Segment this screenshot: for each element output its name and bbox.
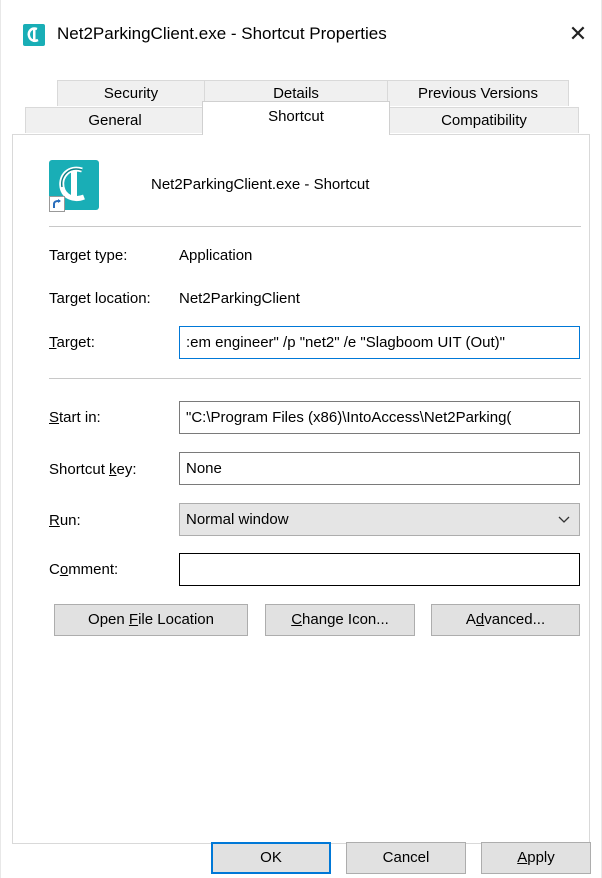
run-label: Run: bbox=[49, 512, 81, 529]
comment-label: Comment: bbox=[49, 561, 119, 578]
comment-input[interactable] bbox=[179, 553, 580, 586]
change-icon-button[interactable]: Change Icon... bbox=[265, 604, 415, 636]
target-input[interactable]: :em engineer" /p "net2" /e "Slagboom UIT… bbox=[179, 326, 580, 359]
target-location-value: Net2ParkingClient bbox=[179, 290, 300, 307]
shortcut-tab-panel bbox=[12, 134, 590, 844]
cancel-button[interactable]: Cancel bbox=[346, 842, 466, 874]
tab-compatibility[interactable]: Compatibility bbox=[389, 107, 579, 133]
advanced-button[interactable]: Advanced... bbox=[431, 604, 580, 636]
shortcut-arrow-icon bbox=[49, 196, 65, 212]
tab-shortcut[interactable]: Shortcut bbox=[202, 101, 390, 135]
divider bbox=[49, 378, 581, 379]
start-in-input[interactable]: "C:\Program Files (x86)\IntoAccess\Net2P… bbox=[179, 401, 580, 434]
tab-previous-versions[interactable]: Previous Versions bbox=[387, 80, 569, 106]
tab-security[interactable]: Security bbox=[57, 80, 205, 106]
close-button[interactable]: ✕ bbox=[563, 18, 593, 50]
start-in-label: Start in: bbox=[49, 409, 101, 426]
ok-button[interactable]: OK bbox=[211, 842, 331, 874]
target-label: Target: bbox=[49, 334, 95, 351]
run-select[interactable]: Normal window bbox=[179, 503, 580, 536]
properties-window: Net2ParkingClient.exe - Shortcut Propert… bbox=[0, 0, 602, 878]
shortcut-key-input[interactable]: None bbox=[179, 452, 580, 485]
shortcut-name: Net2ParkingClient.exe - Shortcut bbox=[151, 176, 370, 193]
divider bbox=[49, 226, 581, 227]
target-type-label: Target type: bbox=[49, 247, 128, 264]
apply-button[interactable]: Apply bbox=[481, 842, 591, 874]
target-location-label: Target location: bbox=[49, 290, 151, 307]
shortcut-key-label: Shortcut key: bbox=[49, 461, 137, 478]
open-file-location-button[interactable]: Open File Location bbox=[54, 604, 248, 636]
window-title: Net2ParkingClient.exe - Shortcut Propert… bbox=[57, 24, 387, 43]
close-icon: ✕ bbox=[568, 21, 588, 46]
target-type-value: Application bbox=[179, 247, 253, 264]
app-title-icon bbox=[23, 24, 45, 46]
title-bar: Net2ParkingClient.exe - Shortcut Propert… bbox=[1, 0, 601, 70]
chevron-down-icon bbox=[557, 504, 571, 535]
tab-general[interactable]: General bbox=[25, 107, 205, 133]
